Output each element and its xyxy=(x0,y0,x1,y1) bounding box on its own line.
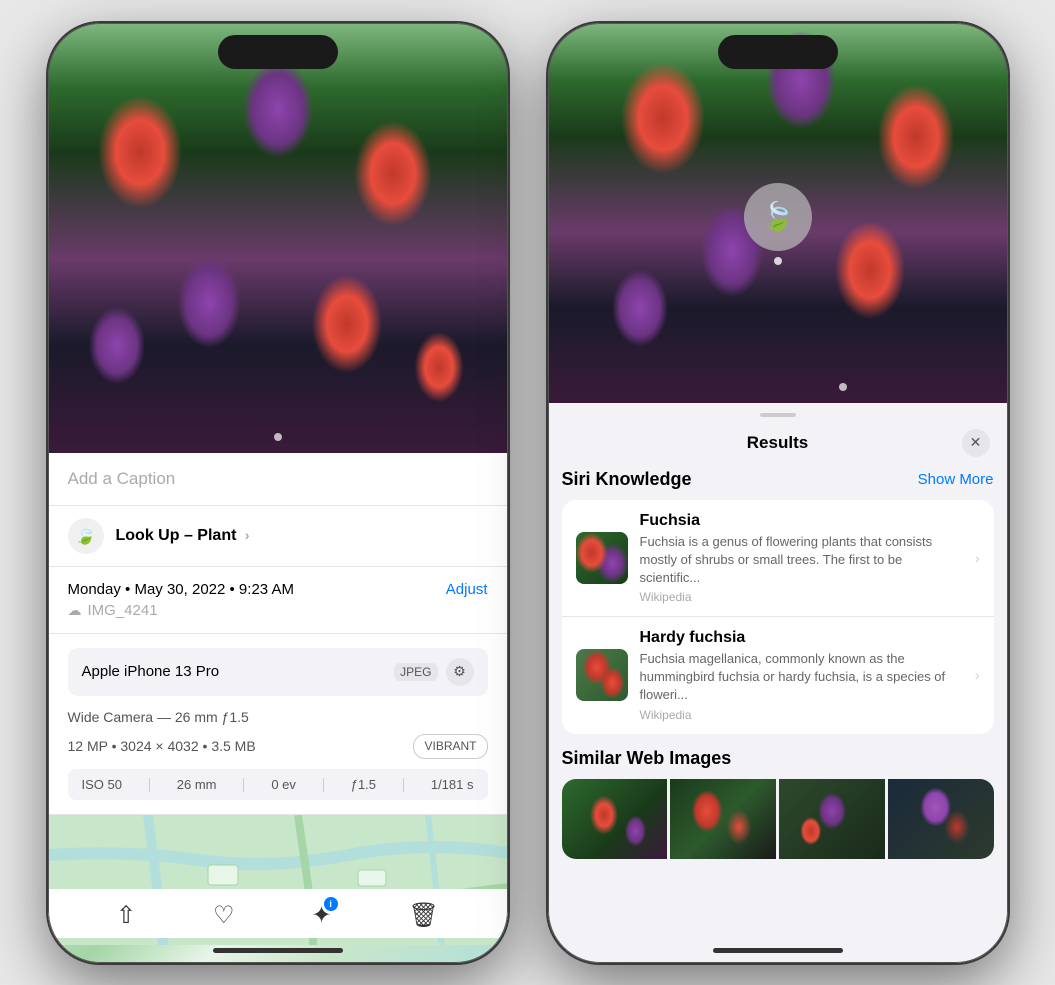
info-badge: i xyxy=(324,897,338,911)
fuchsia-source: Wikipedia xyxy=(640,590,963,604)
hardy-desc: Fuchsia magellanica, commonly known as t… xyxy=(640,650,963,705)
results-panel: Results ✕ Siri Knowledge Show More xyxy=(548,403,1008,963)
visual-search-leaf-icon: 🍃 xyxy=(760,200,795,233)
caption-field[interactable]: Add a Caption xyxy=(48,453,508,506)
photo-date: Monday • May 30, 2022 • 9:23 AM xyxy=(68,581,294,598)
lens-info: Wide Camera — 26 mm ƒ1.5 xyxy=(68,706,488,728)
cloud-icon: ☁ xyxy=(68,602,82,619)
notch xyxy=(218,35,338,69)
caption-placeholder: Add a Caption xyxy=(68,469,176,488)
lookup-chevron-icon: › xyxy=(245,527,250,543)
adjust-button[interactable]: Adjust xyxy=(446,581,488,598)
page-indicator-2 xyxy=(839,383,847,391)
filename-label: IMG_4241 xyxy=(88,602,158,619)
lookup-row[interactable]: 🍃 Look Up – Plant › xyxy=(48,506,508,567)
drag-handle[interactable] xyxy=(760,413,796,417)
visual-search-bubble[interactable]: 🍃 xyxy=(744,183,812,251)
hardy-thumbnail xyxy=(576,649,628,701)
phone-1: Add a Caption 🍃 Look Up – Plant › xyxy=(48,23,508,963)
results-header: Results ✕ xyxy=(548,425,1008,469)
similar-image-1[interactable] xyxy=(562,779,668,859)
fuchsia-desc: Fuchsia is a genus of flowering plants t… xyxy=(640,533,963,588)
phone-2: 🍃 Results ✕ Siri xyxy=(548,23,1008,963)
format-badge: JPEG xyxy=(394,663,437,681)
exif-focal: 26 mm xyxy=(177,777,217,792)
share-button[interactable]: ⇧ xyxy=(116,901,136,930)
mp-info: 12 MP • 3024 × 4032 • 3.5 MB xyxy=(68,735,256,757)
bottom-toolbar: ⇧ ♡ ✦ i 🗑 xyxy=(48,889,508,938)
show-more-button[interactable]: Show More xyxy=(918,471,994,488)
exif-iso: ISO 50 xyxy=(82,777,122,792)
knowledge-item-hardy[interactable]: Hardy fuchsia Fuchsia magellanica, commo… xyxy=(562,617,994,734)
fuchsia-name: Fuchsia xyxy=(640,512,963,530)
exif-aperture: ƒ1.5 xyxy=(351,777,376,792)
hardy-source: Wikipedia xyxy=(640,708,963,722)
similar-image-2[interactable] xyxy=(670,779,776,859)
page-indicator xyxy=(274,433,282,441)
photo-display[interactable] xyxy=(48,23,508,453)
similar-images-title: Similar Web Images xyxy=(562,748,732,769)
meta-section: Monday • May 30, 2022 • 9:23 AM Adjust ☁… xyxy=(48,567,508,634)
favorite-button[interactable]: ♡ xyxy=(213,901,235,930)
exif-ev: 0 ev xyxy=(271,777,296,792)
knowledge-card: Fuchsia Fuchsia is a genus of flowering … xyxy=(562,500,994,734)
similar-image-3[interactable] xyxy=(779,779,885,859)
fuchsia-thumbnail xyxy=(576,532,628,584)
camera-model: Apple iPhone 13 Pro xyxy=(82,663,220,680)
camera-settings-icon[interactable]: ⚙ xyxy=(446,658,474,686)
hardy-name: Hardy fuchsia xyxy=(640,629,963,647)
exif-shutter: 1/181 s xyxy=(431,777,474,792)
similar-images-grid xyxy=(562,779,994,859)
lookup-icon: 🍃 xyxy=(68,518,104,554)
similar-image-4[interactable] xyxy=(888,779,994,859)
close-button[interactable]: ✕ xyxy=(962,429,990,457)
lookup-label: Look Up – Plant › xyxy=(116,527,250,545)
siri-knowledge-title: Siri Knowledge xyxy=(562,469,692,490)
camera-section: Apple iPhone 13 Pro JPEG ⚙ Wide Camera —… xyxy=(48,634,508,816)
info-button[interactable]: ✦ i xyxy=(311,901,331,930)
results-title: Results xyxy=(594,433,962,453)
photo-display-2[interactable]: 🍃 xyxy=(548,23,1008,403)
hardy-chevron-icon: › xyxy=(975,667,980,683)
home-indicator[interactable] xyxy=(213,948,343,953)
notch-2 xyxy=(718,35,838,69)
search-dot xyxy=(774,257,782,265)
leaf-icon: 🍃 xyxy=(74,525,96,546)
style-badge: VIBRANT xyxy=(413,734,487,759)
fuchsia-chevron-icon: › xyxy=(975,550,980,566)
siri-knowledge-section: Siri Knowledge Show More Fuchsia xyxy=(562,469,994,734)
delete-button[interactable]: 🗑 xyxy=(409,901,439,930)
home-indicator-2[interactable] xyxy=(713,948,843,953)
similar-images-section: Similar Web Images xyxy=(562,748,994,859)
knowledge-item-fuchsia[interactable]: Fuchsia Fuchsia is a genus of flowering … xyxy=(562,500,994,618)
